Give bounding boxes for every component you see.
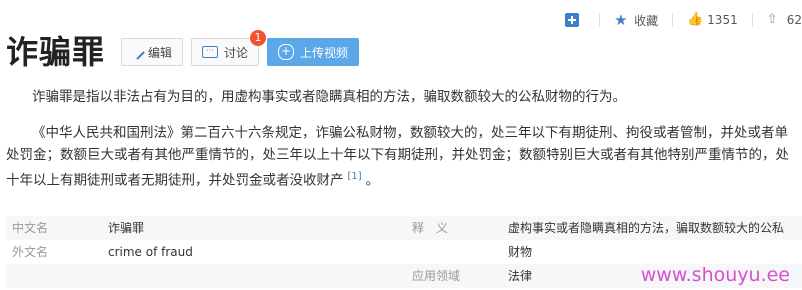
thumbs-up-icon: 👍 [687,12,704,27]
toolbar-divider [672,13,674,27]
share-count: 62 [786,13,802,27]
toolbar-divider [751,13,753,27]
info-row: 外文名 crime of fraud 财物 [6,240,802,264]
law-text-end: 。 [365,172,380,189]
reference-link[interactable]: [1] [348,171,362,182]
edit-button[interactable]: 编辑 [121,38,184,66]
discuss-label: 讨论 [224,45,249,60]
info-label [406,240,508,264]
edit-label: 编辑 [148,45,173,60]
info-label: 释 义 [412,221,449,235]
discuss-badge: 1 [250,30,267,46]
discuss-button[interactable]: ··· 讨论 1 [191,30,267,66]
page-title: 诈骗罪 [6,33,106,71]
add-button[interactable] [565,13,585,27]
info-value: 诈骗罪 [108,221,145,235]
top-toolbar: ★ 收藏 👍 1351 ⇧ 62 [551,8,802,32]
star-icon: ★ [614,11,628,29]
info-value: crime of fraud [108,245,193,259]
summary-paragraph: 诈骗罪是指以非法占有为目的，用虚构事实或者隐瞒真相的方法，骗取数额较大的公私财物… [32,89,626,105]
site-watermark: www.shouyu.ee [640,264,790,286]
like-button[interactable]: 👍 1351 [687,12,738,28]
title-row: 诈骗罪 编辑 ··· 讨论 1 + 上传视频 [6,30,367,74]
share-button[interactable]: ⇧ 62 [766,12,802,28]
law-paragraph: 《中华人民共和国刑法》第二百六十六条规定，诈骗公私财物，数额较大的，处三年以下有… [6,122,796,192]
toolbar-divider [599,13,601,27]
info-value [108,264,406,288]
add-icon [565,13,580,27]
like-count: 1351 [707,13,738,27]
favorite-label: 收藏 [634,13,659,28]
plus-circle-icon: + [278,44,295,60]
info-label: 外文名 [12,245,49,259]
info-row: 中文名 诈骗罪 释 义 虚构事实或者隐瞒真相的方法，骗取数额较大的公私 [6,216,802,240]
upload-video-button[interactable]: + 上传视频 [267,38,360,66]
info-label [6,264,108,288]
law-text: 《中华人民共和国刑法》第二百六十六条规定，诈骗公私财物，数额较大的，处三年以下有… [6,125,789,189]
info-value: 财物 [508,245,533,259]
share-icon: ⇧ [766,12,778,27]
info-value: 虚构事实或者隐瞒真相的方法，骗取数额较大的公私 [508,221,785,235]
pencil-icon [129,44,145,60]
upload-label: 上传视频 [300,45,349,60]
favorite-button[interactable]: ★ 收藏 [614,12,658,29]
info-label: 中文名 [12,221,49,235]
info-label: 应用领域 [412,269,461,283]
chat-icon: ··· [202,46,219,58]
